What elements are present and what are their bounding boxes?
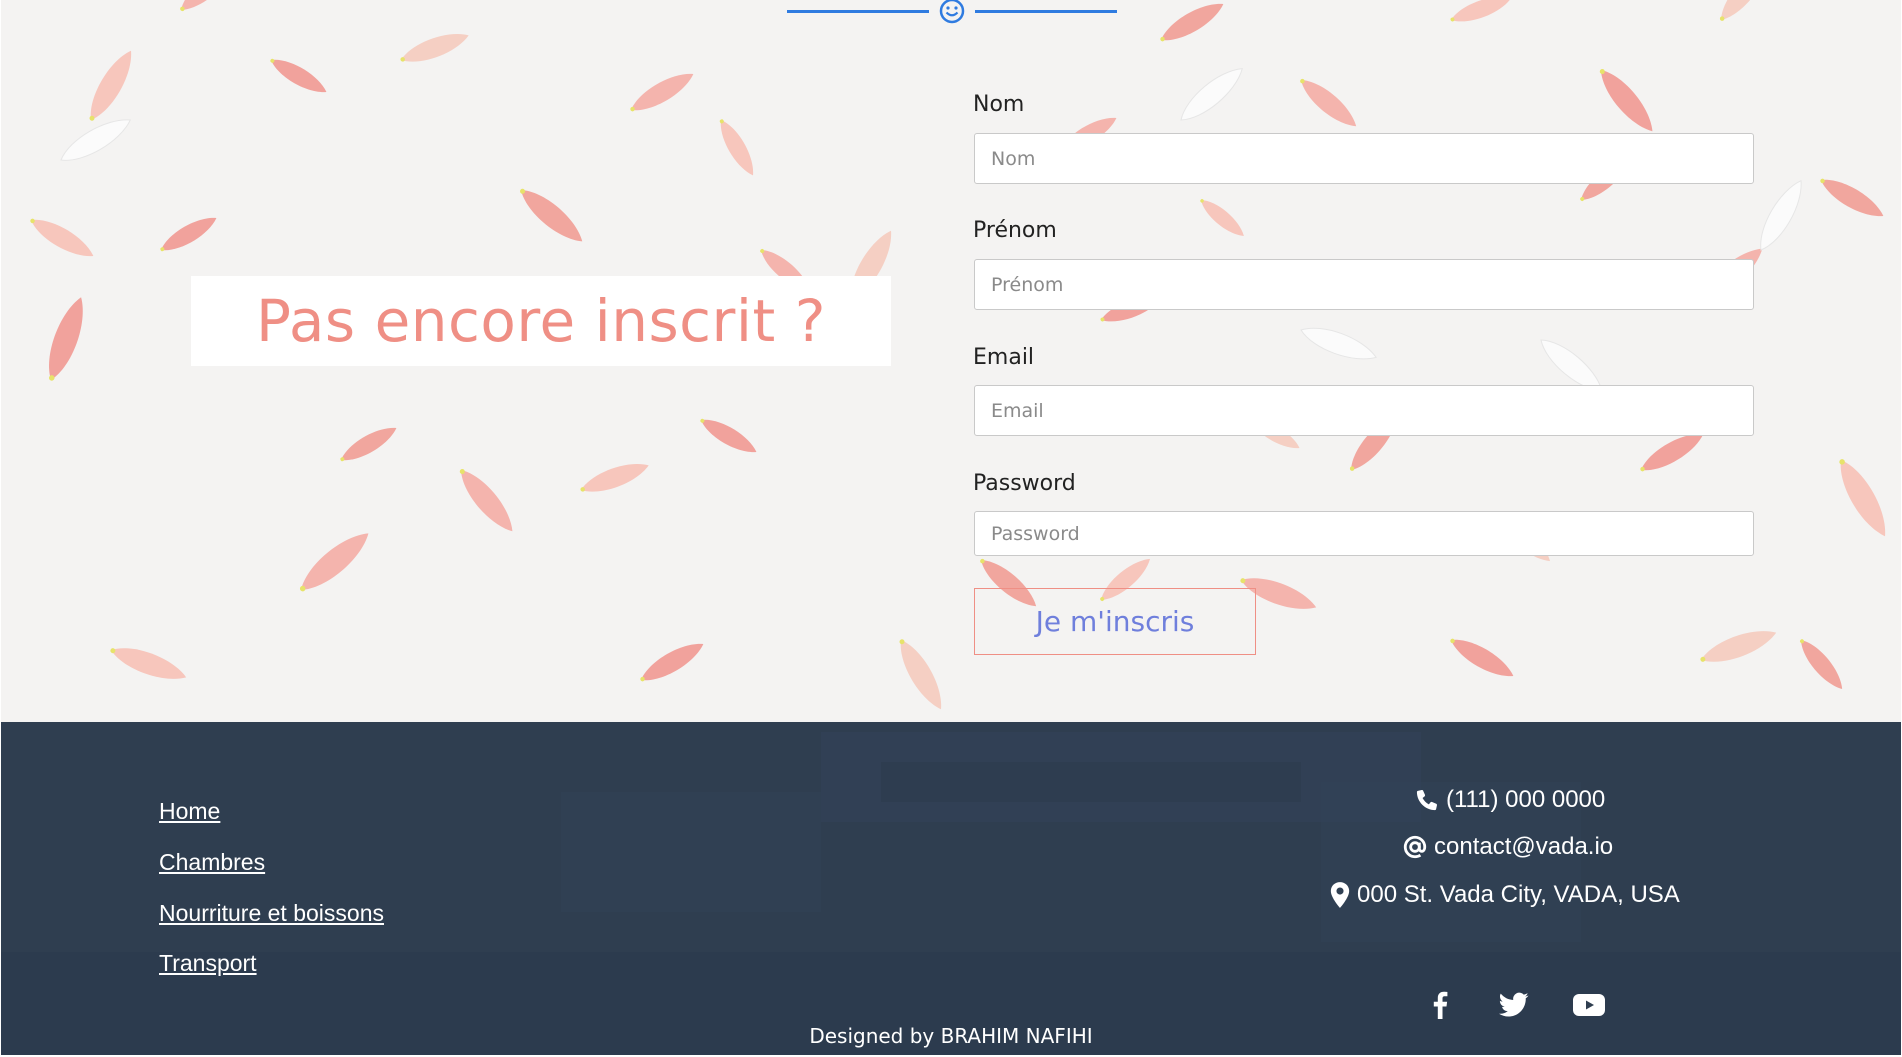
petal-shape [459,469,513,532]
address-text: 000 St. Vada City, VADA, USA [1357,881,1680,908]
footer-link-nourriture[interactable]: Nourriture et boissons [159,900,384,927]
petal-shape [1599,69,1653,132]
petal-shape [700,418,757,453]
email-text: contact@vada.io [1434,833,1614,860]
divider-line-right [975,10,1117,13]
petal-shape [160,217,217,252]
twitter-link[interactable] [1494,987,1534,1023]
signup-submit-button[interactable]: Je m'inscris [974,588,1256,655]
nom-input[interactable] [974,133,1754,184]
petal-shape [1450,638,1514,677]
petal-shape [270,58,327,93]
footer-link-chambres[interactable]: Chambres [159,849,265,876]
youtube-icon [1573,994,1605,1016]
contact-address: 000 St. Vada City, VADA, USA [1329,881,1680,909]
email-label: Email [973,345,1035,370]
nom-label: Nom [973,92,1025,117]
petal-shape [110,648,187,679]
petal-shape [30,218,94,257]
signup-section: Pas encore inscrit ? Nom Prénom Email Pa… [1,0,1901,722]
facebook-icon [1433,991,1448,1019]
phone-text: (111) 000 0000 [1446,786,1606,813]
petal-shape [719,119,754,176]
petal-shape [520,188,583,242]
twitter-icon [1499,992,1529,1017]
footer-link-home[interactable]: Home [159,798,220,825]
white-petal-shape [1180,68,1243,121]
divider-line-left [787,10,929,13]
petal-shape [640,643,704,682]
petal-shape [1450,0,1512,22]
password-input[interactable] [974,511,1754,556]
petal-shape [49,297,83,381]
petal-shape [1719,0,1768,21]
section-divider [787,0,1117,24]
signup-heading-box: Pas encore inscrit ? [191,276,891,366]
prenom-label: Prénom [973,218,1057,243]
petal-shape [1800,639,1843,690]
footer-link-transport[interactable]: Transport [159,950,257,977]
petal-shape [299,533,369,592]
phone-icon [1416,790,1437,811]
password-label: Password [973,471,1076,496]
petal-shape [89,50,132,121]
petal-shape [1200,199,1244,236]
designer-credit: Designed by BRAHIM NAFIHI [809,1024,1093,1048]
youtube-link[interactable] [1569,987,1609,1023]
email-input[interactable] [974,385,1754,436]
footer: Home Chambres Nourriture et boissons Tra… [1,722,1901,1055]
petal-shape [340,427,397,462]
white-petal-shape [1300,327,1377,360]
white-petal-shape [1760,179,1802,251]
petal-shape [630,73,694,112]
at-sign-icon [1403,835,1427,859]
map-marker-icon [1330,882,1350,908]
signup-heading: Pas encore inscrit ? [256,287,826,355]
smiley-icon [939,0,965,24]
petal-shape [1700,631,1777,662]
petal-shape [180,0,237,12]
prenom-input[interactable] [974,259,1754,310]
petal-shape [580,464,649,492]
petal-shape [1820,178,1884,217]
petal-shape [1160,3,1224,42]
petal-shape [1839,459,1886,537]
petal-shape [899,639,942,710]
facebook-link[interactable] [1420,987,1460,1023]
contact-email: contact@vada.io [1402,833,1613,861]
petal-shape [400,34,469,62]
petal-shape [1300,78,1357,127]
page: Pas encore inscrit ? Nom Prénom Email Pa… [0,0,1902,1057]
contact-phone: (111) 000 0000 [1414,786,1605,814]
white-petal-shape [60,119,132,161]
